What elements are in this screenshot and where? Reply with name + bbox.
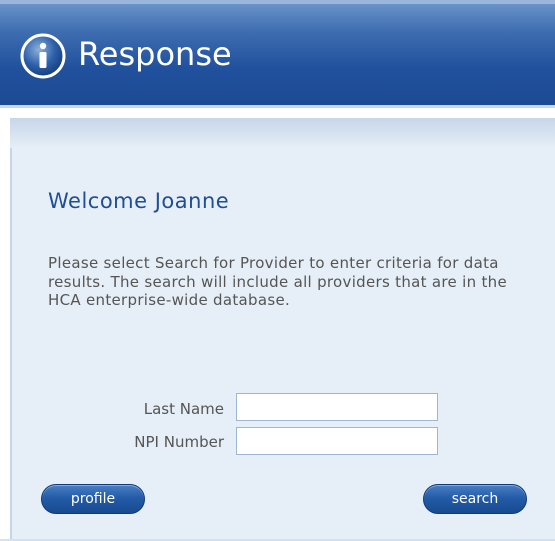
- panel-top-gradient: [10, 118, 555, 148]
- instructions-text: Please select Search for Provider to ent…: [48, 254, 507, 309]
- last-name-label: Last Name: [143, 400, 224, 418]
- search-button[interactable]: search: [423, 484, 527, 514]
- header-top-line: [0, 0, 555, 4]
- npi-number-label: NPI Number: [134, 433, 224, 451]
- app-header: Response: [0, 0, 555, 108]
- app-title: Response: [78, 35, 232, 73]
- profile-button[interactable]: profile: [41, 484, 145, 514]
- npi-number-input[interactable]: [236, 427, 438, 455]
- response-app: Response Welcome Joanne Please select Se…: [0, 0, 555, 541]
- last-name-input[interactable]: [236, 393, 438, 421]
- welcome-heading: Welcome Joanne: [48, 189, 230, 213]
- info-icon: [20, 33, 66, 79]
- content-panel: [10, 118, 555, 541]
